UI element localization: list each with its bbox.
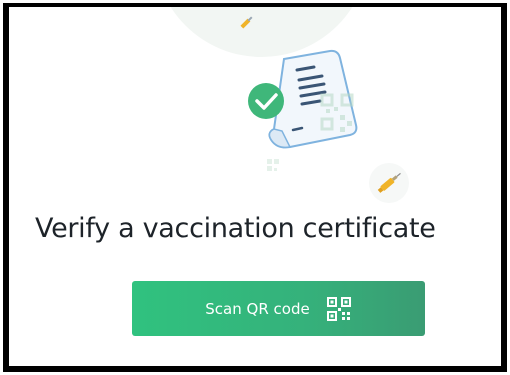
qr-code-icon bbox=[326, 296, 351, 321]
certificate-illustration bbox=[240, 16, 409, 203]
scan-button-label: Scan QR code bbox=[205, 299, 310, 318]
syringe-icon bbox=[369, 163, 409, 203]
syringe-icon bbox=[240, 16, 253, 29]
verify-panel: Verify a vaccination certificate Scan QR… bbox=[3, 3, 507, 372]
scan-qr-code-button[interactable]: Scan QR code bbox=[132, 281, 425, 336]
qr-code-icon bbox=[267, 159, 279, 171]
check-icon bbox=[248, 83, 284, 119]
page-title: Verify a vaccination certificate bbox=[35, 213, 436, 244]
